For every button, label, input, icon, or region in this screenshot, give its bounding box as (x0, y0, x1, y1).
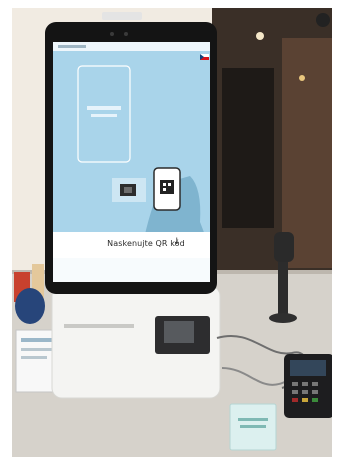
scan-qr-instruction: Naskenujte QR kód (107, 239, 185, 248)
terminal-key (292, 382, 298, 386)
qr-code-icon (160, 180, 174, 194)
terminal-key (302, 382, 308, 386)
blue-mug (15, 288, 45, 324)
kiosk-photo: Naskenujte QR kód ↓ (12, 8, 332, 457)
terminal-key (312, 398, 318, 402)
terminal-key (292, 390, 298, 394)
terminal-key (302, 390, 308, 394)
screen-header-logo (58, 45, 86, 48)
arrow-down-icon: ↓ (173, 237, 181, 247)
light-icon (299, 75, 305, 81)
card-reader-screen (164, 321, 194, 343)
kiosk-top-light (102, 12, 142, 20)
screen-text-line (91, 114, 117, 117)
security-camera-icon (316, 13, 330, 27)
terminal-key (312, 390, 318, 394)
barcode-scanner-head (274, 232, 294, 262)
terminal-key (312, 382, 318, 386)
leaflet-line (21, 348, 53, 351)
qr-scanner-window (124, 187, 132, 193)
light-icon (256, 32, 264, 40)
screen-text-line (87, 106, 121, 110)
leaflet-line (21, 356, 47, 359)
door-frame (222, 68, 274, 228)
screen-footer (53, 258, 210, 282)
terminal-key (292, 398, 298, 402)
info-card-line (240, 425, 266, 428)
barcode-scanner-base (269, 313, 297, 323)
receipt-slot (64, 324, 134, 328)
kiosk-scene (12, 8, 332, 457)
camera-icon (124, 32, 128, 36)
payment-terminal-screen (290, 360, 326, 376)
barcode-scanner-handle (278, 262, 288, 314)
leaflet-line (21, 338, 53, 342)
info-card-line (238, 418, 268, 421)
terminal-key (302, 398, 308, 402)
camera-icon (110, 32, 114, 36)
czech-flag-icon[interactable] (200, 54, 209, 60)
